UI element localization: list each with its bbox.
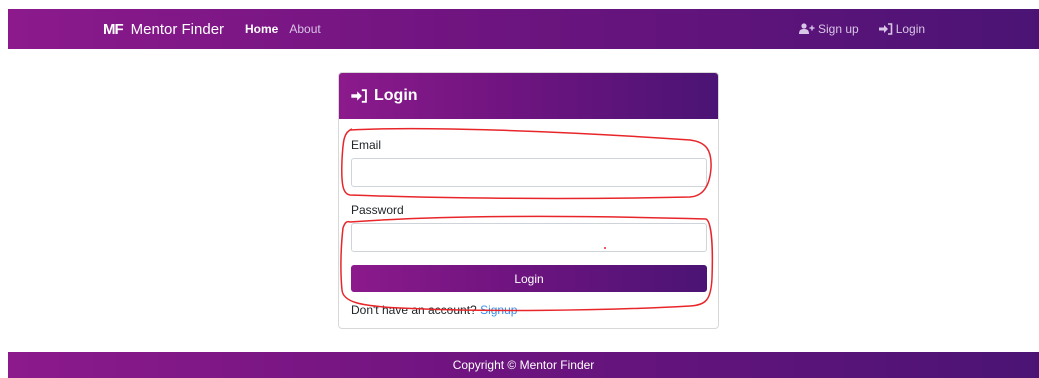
signup-link[interactable]: Signup [480,303,517,317]
nav-right: Sign up Login [799,9,925,49]
brand-logo: MF [103,20,124,38]
navbar: MF Mentor Finder Home About Sign up Logi… [8,9,1039,49]
nav-home-link[interactable]: Home [245,22,278,36]
signup-prompt: Don't have an account? Signup [351,303,517,317]
nav-left: Home About [245,9,321,49]
password-field[interactable] [351,223,707,252]
footer: Copyright © Mentor Finder [8,352,1039,378]
nav-signup-link[interactable]: Sign up [799,22,859,36]
password-label: Password [351,203,404,217]
card-title: Login [374,87,418,104]
nav-login-link[interactable]: Login [878,22,926,36]
email-field[interactable] [351,158,707,187]
brand[interactable]: MF Mentor Finder [103,9,224,49]
nav-about-link[interactable]: About [289,22,320,36]
no-account-text: Don't have an account? [351,303,477,317]
email-label: Email [351,138,382,152]
nav-signup-label: Sign up [818,22,859,36]
footer-text: Copyright © Mentor Finder [452,358,595,372]
sign-in-icon [351,89,367,103]
sign-in-icon [878,23,893,35]
user-plus-icon [799,23,815,34]
login-button[interactable]: Login [351,265,707,292]
card-body: Email Password Login Don't have an accou… [339,119,718,328]
card-header: Login [339,73,718,119]
brand-name: Mentor Finder [130,20,225,38]
nav-login-label: Login [895,22,926,36]
login-card: Login Email Password Login Don't have an… [338,72,719,329]
